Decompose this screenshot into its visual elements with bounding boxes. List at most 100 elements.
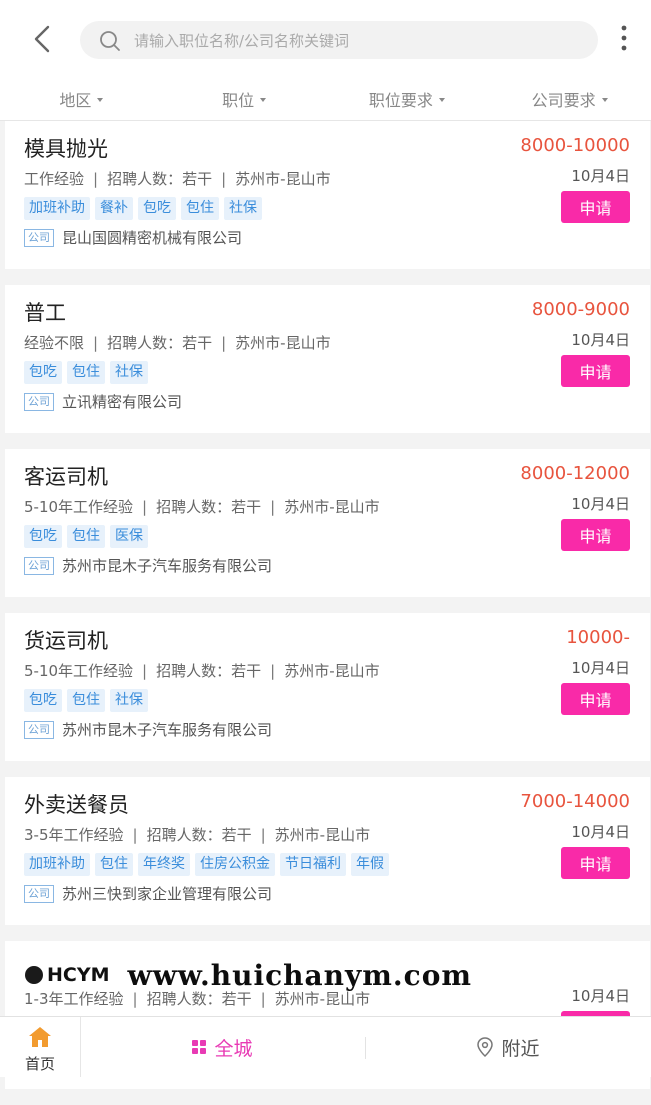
company-badge: 公司 — [24, 884, 54, 903]
benefit-tags: 包吃 包住 医保 — [24, 525, 153, 548]
job-location: 苏州市-昆山市 — [235, 334, 331, 352]
company-badge: 公司 — [24, 556, 54, 575]
job-salary: 8000-9000 — [531, 299, 630, 320]
job-info: 3-5年工作经验 | 招聘人数：若干 | 苏州市-昆山市 — [24, 824, 370, 845]
job-list: 模具抛光 8000-10000 10月4日 申请 工作经验 | 招聘人数：若干 | 苏州… — [5, 121, 650, 1105]
benefit-tag: 包住 — [67, 361, 105, 384]
benefit-tag: 包吃 — [24, 525, 62, 548]
back-button[interactable] — [28, 20, 62, 58]
job-experience: 经验不限 — [24, 334, 85, 352]
separator: | — [260, 990, 266, 1008]
benefit-tag: 包住 — [181, 197, 219, 220]
company-row: 公司 立讯精密有限公司 — [24, 391, 182, 412]
separator: | — [270, 662, 276, 680]
filter-company-requirements[interactable]: 公司要求 — [488, 78, 651, 120]
benefit-tags: 包吃 包住 社保 — [24, 689, 153, 712]
job-card[interactable]: 客运司机 8000-12000 10月4日 申请 5-10年工作经验 | 招聘人数：… — [5, 449, 650, 597]
filter-position[interactable]: 职位 — [163, 78, 326, 120]
benefit-tag: 社保 — [224, 197, 262, 220]
job-card[interactable]: 模具抛光 8000-10000 10月4日 申请 工作经验 | 招聘人数：若干 | 苏州… — [5, 121, 650, 269]
job-date: 10月4日 — [571, 987, 630, 1005]
company-row: 公司 苏州市昆木子汽车服务有限公司 — [24, 555, 272, 576]
job-experience: 5-10年工作经验 — [24, 498, 134, 516]
job-date: 10月4日 — [571, 823, 630, 841]
job-salary: 10000- — [566, 627, 630, 648]
job-date: 10月4日 — [571, 495, 630, 513]
benefit-tag: 医保 — [110, 525, 148, 548]
separator: | — [93, 170, 99, 188]
job-info: 工作经验 | 招聘人数：若干 | 苏州市-昆山市 — [24, 168, 331, 189]
grid-icon — [192, 1040, 207, 1054]
job-title[interactable]: 货运司机 — [24, 625, 108, 655]
company-name[interactable]: 苏州市昆木子汽车服务有限公司 — [62, 719, 272, 740]
benefit-tag: 年终奖 — [138, 853, 190, 876]
tab-home[interactable]: 首页 — [0, 1017, 81, 1077]
more-menu-button[interactable] — [612, 22, 636, 56]
benefit-tag: 节日福利 — [280, 853, 346, 876]
benefit-tag: 年假 — [351, 853, 389, 876]
company-row: 公司 昆山国圆精密机械有限公司 — [24, 227, 242, 248]
separator: | — [142, 662, 148, 680]
benefit-tag: 加班补助 — [24, 197, 90, 220]
filter-region[interactable]: 地区 — [0, 78, 163, 120]
company-badge: 公司 — [24, 392, 54, 411]
benefit-tag: 加班补助 — [24, 853, 90, 876]
apply-button[interactable]: 申请 — [561, 519, 630, 551]
tab-nearby-label: 附近 — [501, 1037, 540, 1060]
tab-city[interactable]: 全城 — [80, 1017, 365, 1077]
separator: | — [132, 826, 138, 844]
location-pin-icon — [477, 1037, 494, 1057]
filter-position-requirements[interactable]: 职位要求 — [326, 78, 489, 120]
search-bar[interactable] — [80, 21, 598, 61]
benefit-tag: 包住 — [67, 525, 105, 548]
benefit-tag: 包吃 — [24, 361, 62, 384]
company-name[interactable]: 苏州市昆木子汽车服务有限公司 — [62, 555, 272, 576]
job-salary: 7000-14000 — [520, 791, 630, 812]
job-headcount: 招聘人数：若干 — [146, 990, 252, 1008]
job-title[interactable]: 外卖送餐员 — [24, 789, 129, 819]
job-date: 10月4日 — [571, 167, 630, 185]
benefit-tag: 包住 — [95, 853, 133, 876]
header — [0, 0, 651, 78]
company-badge: 公司 — [24, 228, 54, 247]
apply-button[interactable]: 申请 — [561, 355, 630, 387]
benefit-tag: 社保 — [110, 689, 148, 712]
company-name[interactable]: 苏州三快到家企业管理有限公司 — [62, 883, 272, 904]
job-experience: 工作经验 — [24, 170, 85, 188]
job-card[interactable]: 货运司机 10000- 10月4日 申请 5-10年工作经验 | 招聘人数：若干 | 苏… — [5, 613, 650, 761]
job-card[interactable]: 普工 8000-9000 10月4日 申请 经验不限 | 招聘人数：若干 | 苏州市-昆… — [5, 285, 650, 433]
separator: | — [132, 990, 138, 1008]
job-title[interactable]: 普工 — [24, 297, 66, 327]
apply-button[interactable]: 申请 — [561, 191, 630, 223]
tab-home-label: 首页 — [24, 1055, 55, 1073]
company-row: 公司 苏州市昆木子汽车服务有限公司 — [24, 719, 272, 740]
company-name[interactable]: 立讯精密有限公司 — [62, 391, 182, 412]
job-experience: 1-3年工作经验 — [24, 990, 124, 1008]
job-headcount: 招聘人数：若干 — [107, 334, 213, 352]
apply-button[interactable]: 申请 — [561, 683, 630, 715]
caret-down-icon — [601, 98, 608, 102]
job-location: 苏州市-昆山市 — [274, 990, 371, 1008]
job-card[interactable]: 外卖送餐员 7000-14000 10月4日 申请 3-5年工作经验 | 招聘人数：… — [5, 777, 650, 925]
job-info: 5-10年工作经验 | 招聘人数：若干 | 苏州市-昆山市 — [24, 496, 380, 517]
company-badge: 公司 — [24, 720, 54, 739]
apply-button[interactable]: 申请 — [561, 847, 630, 879]
tab-city-label: 全城 — [214, 1037, 253, 1060]
job-title[interactable]: 模具抛光 — [24, 133, 108, 163]
job-info: 5-10年工作经验 | 招聘人数：若干 | 苏州市-昆山市 — [24, 660, 380, 681]
benefit-tag: 社保 — [110, 361, 148, 384]
company-name[interactable]: 昆山国圆精密机械有限公司 — [62, 227, 242, 248]
job-info: 经验不限 | 招聘人数：若干 | 苏州市-昆山市 — [24, 332, 331, 353]
tab-nearby[interactable]: 附近 — [366, 1017, 651, 1077]
benefit-tag: 包吃 — [138, 197, 176, 220]
job-salary: 8000-12000 — [520, 463, 630, 484]
search-input[interactable] — [132, 21, 586, 61]
benefit-tag: 餐补 — [95, 197, 133, 220]
bottom-tab-bar: 首页 全城 附近 — [0, 1016, 651, 1077]
job-title[interactable]: 客运司机 — [24, 461, 108, 491]
benefit-tags: 包吃 包住 社保 — [24, 361, 153, 384]
job-salary: 8000-10000 — [520, 135, 630, 156]
separator: | — [270, 498, 276, 516]
caret-down-icon — [438, 98, 445, 102]
benefit-tags: 加班补助 餐补 包吃 包住 社保 — [24, 197, 267, 220]
